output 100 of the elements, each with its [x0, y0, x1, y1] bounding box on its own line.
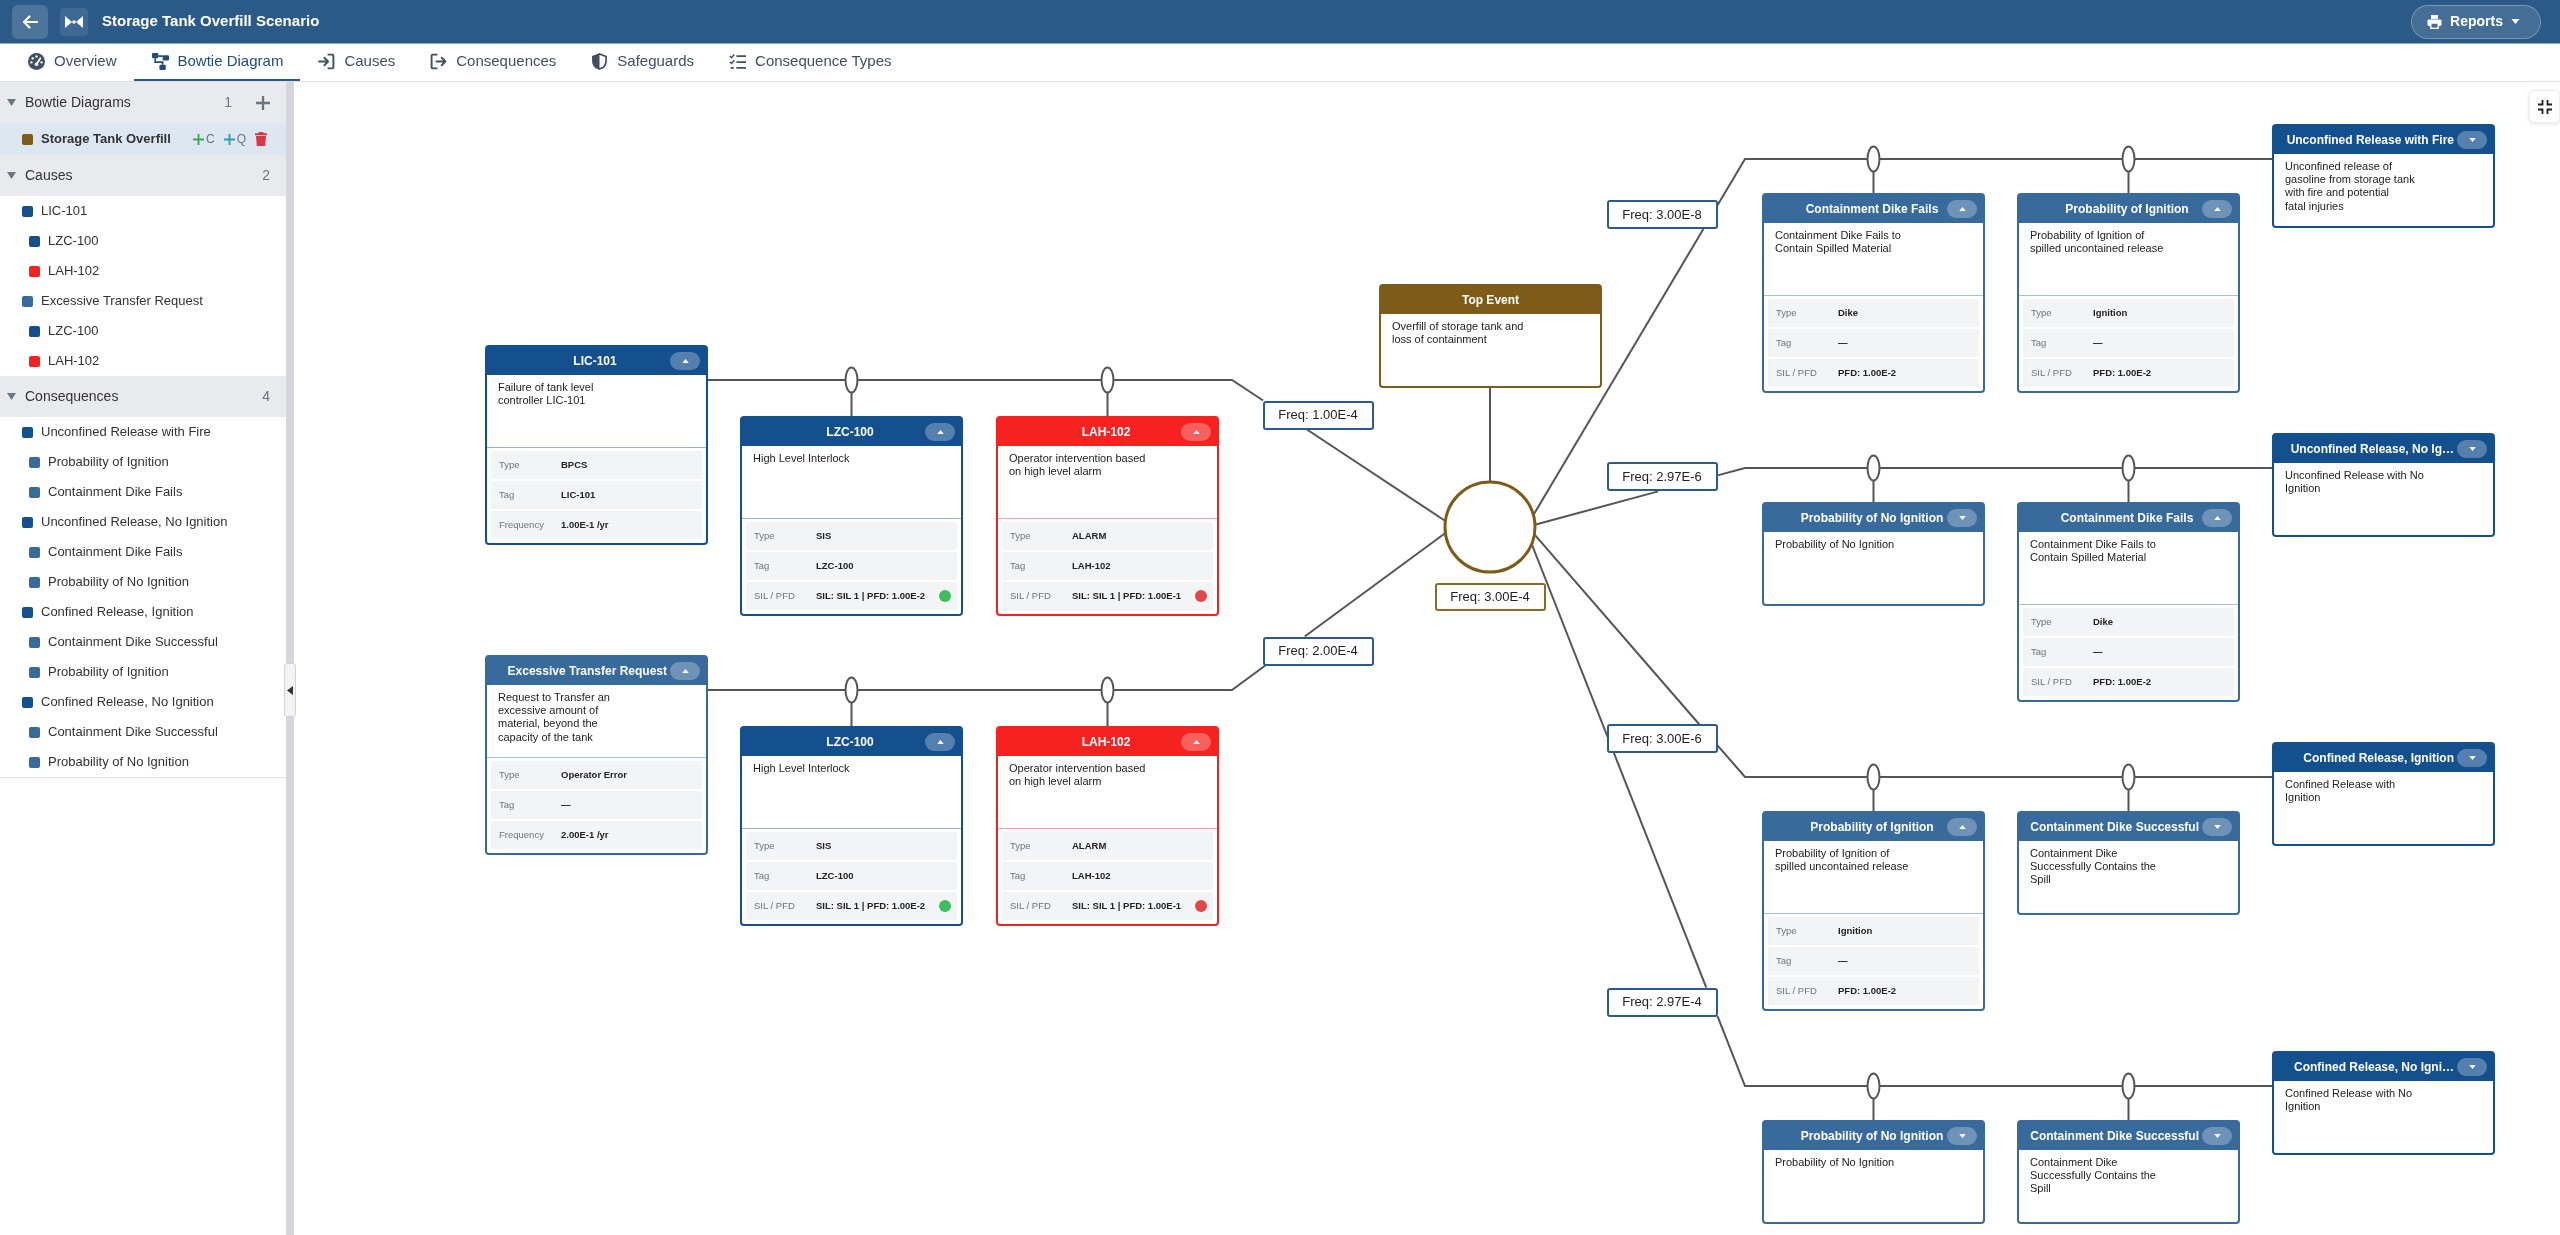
detail-label: Type [2031, 614, 2053, 629]
section-header[interactable]: Causes 2 [0, 155, 286, 196]
compress-arrows-icon [2537, 99, 2552, 114]
section-title: Bowtie Diagrams [25, 93, 131, 112]
add-button[interactable]: Q [221, 129, 248, 149]
sidebar-item[interactable]: Containment Dike Fails [0, 477, 286, 507]
caret-down-icon [2468, 756, 2476, 760]
sidebar-item[interactable]: Storage Tank Overfill C Q [0, 123, 286, 155]
caret-down-icon [2213, 1134, 2221, 1138]
collapse-toggle-button[interactable] [2457, 131, 2487, 149]
section-count: 2 [262, 166, 271, 185]
sidebar-item[interactable]: LAH-102 [0, 346, 286, 376]
tab[interactable]: Overview [10, 44, 134, 81]
tab[interactable]: Safeguards [573, 44, 712, 81]
detail-label: Tag [499, 487, 516, 502]
detail-value: SIL: SIL 1 | PFD: 1.00E-1 [1072, 898, 1182, 913]
sidebar-item[interactable]: LAH-102 [0, 256, 286, 286]
collapse-toggle-button[interactable] [2202, 1127, 2232, 1145]
collapse-toggle-button[interactable] [2457, 440, 2487, 458]
triangle-left-icon [287, 685, 293, 695]
collapse-toggle-button[interactable] [2457, 1058, 2487, 1076]
reports-button[interactable]: Reports [2411, 4, 2541, 39]
detail-value: 2.00E-1 /yr [561, 827, 609, 842]
caret-down-icon [7, 99, 16, 106]
detail-label: Type [499, 767, 521, 782]
collapse-toggle-button[interactable] [1181, 733, 1211, 751]
detail-value: — [1838, 953, 1848, 968]
sidebar-item[interactable]: Unconfined Release, No Ignition [0, 507, 286, 537]
detail-value: PFD: 1.00E-2 [1838, 983, 1897, 998]
detail-value: Ignition [1838, 923, 1873, 938]
collapse-toggle-button[interactable] [670, 662, 700, 680]
card-description: Containment Dike Successfully Contains the Spill [2029, 846, 2157, 888]
detail-value: PFD: 1.00E-2 [1838, 365, 1897, 380]
collapse-toggle-button[interactable] [2202, 509, 2232, 527]
collapse-toggle-button[interactable] [2202, 200, 2232, 218]
collapse-toggle-button[interactable] [1947, 1127, 1977, 1145]
collapse-toggle-button[interactable] [925, 423, 955, 441]
card-title: Probability of No Ignition [1800, 510, 1944, 527]
caret-up-icon [681, 359, 689, 363]
card-title: Unconfined Release, No Ig… [2290, 441, 2454, 458]
card-title: Top Event [1460, 292, 1521, 309]
card-description: Failure of tank level controller LIC-101 [497, 380, 595, 409]
detail-label: Type [1776, 305, 1798, 320]
detail-label: Tag [1776, 335, 1793, 350]
caret-up-icon [1192, 740, 1200, 744]
caret-down-icon [7, 393, 16, 400]
collapse-toggle-button[interactable] [925, 733, 955, 751]
caret-up-icon [2213, 516, 2221, 520]
sidebar-item[interactable]: LIC-101 [0, 196, 286, 226]
collapse-toggle-button[interactable] [2457, 749, 2487, 767]
detail-value: ALARM [1072, 838, 1107, 853]
collapse-toggle-button[interactable] [1181, 423, 1211, 441]
detail-label: SIL / PFD [2031, 365, 2073, 380]
card-description: Probability of Ignition of spilled uncontained release [1774, 846, 1910, 875]
card-title: LZC-100 [825, 424, 875, 441]
fit-view-button[interactable] [2529, 90, 2560, 123]
collapse-handle[interactable] [284, 663, 296, 717]
sidebar-item[interactable]: Confined Release, No Ignition [0, 687, 286, 717]
detail-label: Frequency [499, 517, 545, 532]
section-count: 1 [224, 93, 233, 112]
detail-label: Tag [2031, 644, 2048, 659]
card-description: Request to Transfer an excessive amount of material, beyond the capacity of the tank [497, 690, 611, 745]
collapse-toggle-button[interactable] [1947, 509, 1977, 527]
sidebar-item[interactable]: Probability of No Ignition [0, 747, 286, 777]
collapse-toggle-button[interactable] [670, 352, 700, 370]
tab[interactable]: Causes [300, 44, 413, 81]
detail-label: Tag [1776, 953, 1793, 968]
card-description: Containment Dike Fails to Contain Spilled Material [2029, 537, 2157, 566]
detail-label: Frequency [499, 827, 545, 842]
sidebar-item[interactable]: Probability of No Ignition [0, 567, 286, 597]
sidebar-item[interactable]: Containment Dike Successful [0, 717, 286, 747]
enter-arrow-icon [318, 53, 336, 70]
collapse-toggle-button[interactable] [1947, 818, 1977, 836]
tab[interactable]: Consequence Types [711, 44, 909, 81]
collapse-toggle-button[interactable] [2202, 818, 2232, 836]
sidebar-item[interactable]: Excessive Transfer Request [0, 286, 286, 316]
card-title: Probability of No Ignition [1800, 1128, 1944, 1145]
detail-label: Type [754, 838, 776, 853]
card-title: LZC-100 [825, 734, 875, 751]
detail-label: Tag [1010, 558, 1027, 573]
section-header[interactable]: Bowtie Diagrams 1 [0, 82, 286, 123]
section-header[interactable]: Consequences 4 [0, 376, 286, 417]
section-title: Causes [25, 166, 73, 185]
sidebar-item[interactable]: Containment Dike Fails [0, 537, 286, 567]
add-button[interactable]: C [191, 129, 217, 149]
card-title: Containment Dike Fails [2059, 510, 2195, 527]
detail-value: LZC-100 [816, 558, 854, 573]
sidebar-item[interactable]: Probability of Ignition [0, 447, 286, 477]
collapse-toggle-button[interactable] [1947, 200, 1977, 218]
sidebar-item[interactable]: LZC-100 [0, 226, 286, 256]
sidebar-item[interactable]: Containment Dike Successful [0, 627, 286, 657]
card-description: Containment Dike Successfully Contains the Spill [2029, 1155, 2157, 1197]
sidebar-item[interactable]: LZC-100 [0, 316, 286, 346]
sidebar-item[interactable]: Unconfined Release with Fire [0, 417, 286, 447]
back-button[interactable] [12, 4, 48, 39]
tab[interactable]: Consequences [412, 44, 574, 81]
sidebar-item[interactable]: Confined Release, Ignition [0, 597, 286, 627]
card-title: Confined Release, No Igni… [2293, 1059, 2454, 1076]
detail-label: Type [2031, 305, 2053, 320]
sidebar-item[interactable]: Probability of Ignition [0, 657, 286, 687]
